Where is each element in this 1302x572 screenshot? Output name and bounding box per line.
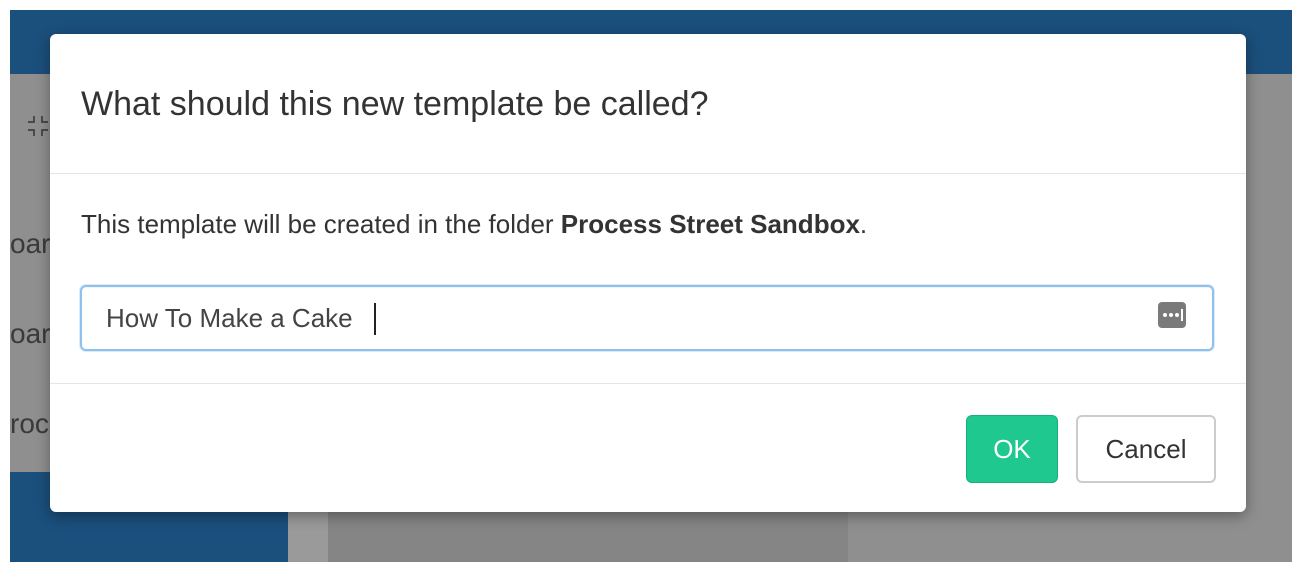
- cancel-button[interactable]: Cancel: [1076, 415, 1216, 483]
- template-name-field[interactable]: [80, 285, 1214, 351]
- background-item: oar: [10, 228, 51, 259]
- background-item: oar: [10, 318, 51, 349]
- folder-name: Process Street Sandbox: [560, 209, 860, 239]
- password-manager-icon[interactable]: [1158, 302, 1186, 328]
- collapse-icon: [28, 116, 48, 136]
- background-item: roc: [10, 408, 49, 439]
- template-name-input[interactable]: [106, 301, 1146, 335]
- dialog-title: What should this new template be called?: [81, 85, 709, 123]
- folder-info-text: This template will be created in the fol…: [81, 208, 867, 240]
- dialog-footer: OK Cancel: [50, 384, 1246, 512]
- dialog-header: What should this new template be called?: [50, 34, 1246, 174]
- dialog-body: This template will be created in the fol…: [50, 174, 1246, 384]
- new-template-dialog: What should this new template be called?…: [50, 34, 1246, 512]
- folder-info-suffix: .: [859, 209, 868, 239]
- folder-info-prefix: This template will be created in the fol…: [81, 209, 561, 239]
- ok-button[interactable]: OK: [966, 415, 1058, 483]
- text-caret: [374, 303, 376, 335]
